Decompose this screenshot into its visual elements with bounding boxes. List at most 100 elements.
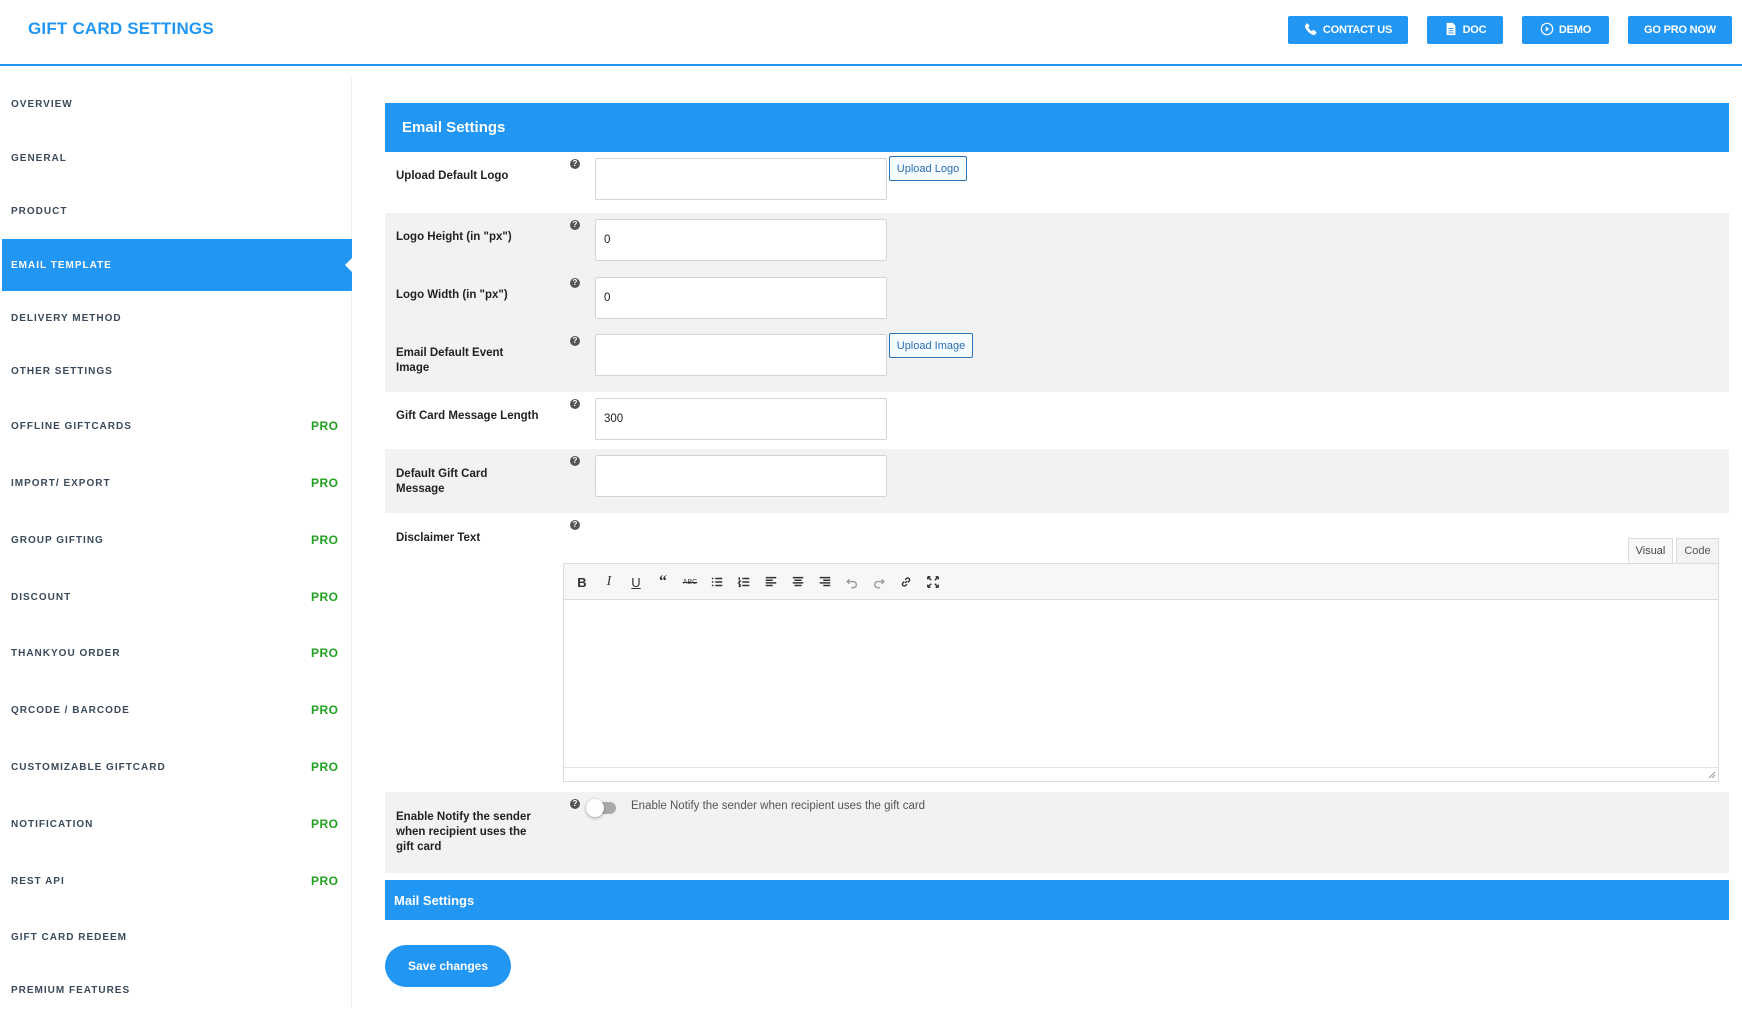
email-settings-title: Email Settings: [402, 119, 506, 136]
numbered-list-icon[interactable]: [734, 572, 754, 592]
sidebar-item-offline-giftcards[interactable]: OFFLINE GIFTCARDS PRO: [2, 400, 352, 452]
bullet-list-icon[interactable]: [707, 572, 727, 592]
save-changes-button[interactable]: Save changes: [385, 945, 511, 987]
play-circle-icon: [1540, 22, 1554, 39]
help-icon[interactable]: ?: [570, 399, 580, 409]
go-pro-button[interactable]: GO PRO NOW: [1628, 16, 1732, 44]
notify-sender-label: Enable Notify the sender when recipient …: [396, 811, 531, 853]
help-icon[interactable]: ?: [570, 336, 580, 346]
pro-badge: PRO: [311, 817, 339, 831]
redo-icon[interactable]: [869, 572, 889, 592]
sidebar-item-overview[interactable]: OVERVIEW: [2, 78, 352, 130]
editor-toolbar: B I U “ ABC: [564, 564, 1718, 600]
sidebar-item-group-gifting[interactable]: GROUP GIFTING PRO: [2, 514, 352, 566]
help-icon[interactable]: ?: [570, 278, 580, 288]
undo-icon[interactable]: [842, 572, 862, 592]
pro-badge: PRO: [311, 646, 339, 660]
blockquote-icon[interactable]: “: [653, 572, 673, 592]
contact-us-label: CONTACT US: [1322, 24, 1393, 36]
sidebar-item-email-template[interactable]: EMAIL TEMPLATE: [2, 239, 352, 291]
logo-height-input[interactable]: [595, 219, 887, 261]
default-message-input[interactable]: [595, 455, 887, 497]
mail-settings-header[interactable]: Mail Settings: [385, 880, 1729, 920]
help-icon[interactable]: ?: [570, 456, 580, 466]
toggle-knob: [586, 799, 604, 817]
sidebar-item-general[interactable]: GENERAL: [2, 132, 352, 184]
sidebar-item-delivery-method[interactable]: DELIVERY METHOD: [2, 292, 352, 344]
go-pro-label: GO PRO NOW: [1644, 24, 1716, 36]
fullscreen-icon[interactable]: [923, 572, 943, 592]
sidebar-item-thankyou-order[interactable]: THANKYOU ORDER PRO: [2, 627, 352, 679]
pro-badge: PRO: [311, 476, 339, 490]
sidebar-item-label: OTHER SETTINGS: [11, 365, 113, 377]
pro-badge: PRO: [311, 760, 339, 774]
logo-width-input[interactable]: [595, 277, 887, 319]
sidebar-item-product[interactable]: PRODUCT: [2, 185, 352, 237]
default-message-label: Default Gift Card Message: [396, 468, 488, 495]
message-length-input[interactable]: [595, 398, 887, 440]
sidebar-item-label: OFFLINE GIFTCARDS: [11, 420, 132, 432]
sidebar-item-label: QRCODE / BARCODE: [11, 704, 130, 716]
align-center-icon[interactable]: [788, 572, 808, 592]
sidebar-item-label: PREMIUM FEATURES: [11, 984, 131, 996]
resize-handle-icon[interactable]: [1708, 771, 1716, 779]
sidebar-item-gift-card-redeem[interactable]: GIFT CARD REDEEM: [2, 911, 352, 963]
email-settings-header: Email Settings: [385, 103, 1729, 152]
sidebar-item-premium-features[interactable]: PREMIUM FEATURES: [2, 964, 352, 1016]
message-length-row: Gift Card Message Length ?: [385, 392, 1729, 449]
doc-button[interactable]: DOC: [1427, 16, 1503, 44]
sidebar-item-customizable-giftcard[interactable]: CUSTOMIZABLE GIFTCARD PRO: [2, 741, 352, 793]
sidebar-item-qrcode-barcode[interactable]: QRCODE / BARCODE PRO: [2, 684, 352, 736]
help-icon[interactable]: ?: [570, 220, 580, 230]
sidebar-item-other-settings[interactable]: OTHER SETTINGS: [2, 345, 352, 397]
logo-width-label: Logo Width (in "px"): [396, 289, 508, 301]
sidebar-item-label: CUSTOMIZABLE GIFTCARD: [11, 761, 166, 773]
upload-image-button[interactable]: Upload Image: [889, 333, 973, 358]
phone-icon: [1304, 22, 1318, 39]
sidebar-item-label: PRODUCT: [11, 205, 68, 217]
event-image-input[interactable]: [595, 334, 887, 376]
sidebar-item-label: GIFT CARD REDEEM: [11, 931, 127, 943]
help-icon[interactable]: ?: [570, 799, 580, 809]
logo-width-row: Logo Width (in "px") ?: [385, 271, 1729, 329]
sidebar-item-rest-api[interactable]: REST API PRO: [2, 855, 352, 907]
align-right-icon[interactable]: [815, 572, 835, 592]
pro-badge: PRO: [311, 419, 339, 433]
italic-icon[interactable]: I: [599, 572, 619, 592]
editor-tab-visual[interactable]: Visual: [1628, 538, 1673, 564]
notify-sender-description: Enable Notify the sender when recipient …: [631, 800, 926, 812]
sidebar-item-label: DELIVERY METHOD: [11, 312, 122, 324]
sidebar-item-label: REST API: [11, 875, 65, 887]
sidebar-item-label: DISCOUNT: [11, 591, 72, 603]
event-image-row: Email Default Event Image ? Upload Image: [385, 329, 1729, 392]
upload-logo-input[interactable]: [595, 158, 887, 200]
underline-icon[interactable]: U: [626, 572, 646, 592]
sidebar-item-import-export[interactable]: IMPORT/ EXPORT PRO: [2, 457, 352, 509]
pro-badge: PRO: [311, 703, 339, 717]
link-icon[interactable]: [896, 572, 916, 592]
demo-button[interactable]: DEMO: [1522, 16, 1609, 44]
pro-badge: PRO: [311, 533, 339, 547]
bold-icon[interactable]: B: [572, 572, 592, 592]
sidebar-item-label: EMAIL TEMPLATE: [11, 259, 112, 271]
sidebar-item-label: OVERVIEW: [11, 98, 73, 110]
mail-settings-title: Mail Settings: [394, 892, 475, 908]
doc-label: DOC: [1462, 24, 1487, 36]
help-icon[interactable]: ?: [570, 520, 580, 530]
editor-tab-code[interactable]: Code: [1676, 538, 1719, 564]
sidebar-item-discount[interactable]: DISCOUNT PRO: [2, 571, 352, 623]
editor-content-area[interactable]: [564, 600, 1718, 768]
sidebar-item-label: GENERAL: [11, 152, 67, 164]
sidebar-item-notification[interactable]: NOTIFICATION PRO: [2, 798, 352, 850]
upload-logo-button[interactable]: Upload Logo: [889, 156, 967, 181]
event-image-label: Email Default Event Image: [396, 347, 504, 374]
contact-us-button[interactable]: CONTACT US: [1288, 16, 1408, 44]
notify-sender-toggle[interactable]: [586, 799, 616, 817]
strikethrough-icon[interactable]: ABC: [680, 572, 700, 592]
default-message-row: Default Gift Card Message ?: [385, 449, 1729, 513]
help-icon[interactable]: ?: [570, 159, 580, 169]
align-left-icon[interactable]: [761, 572, 781, 592]
upload-logo-label: Upload Default Logo: [396, 170, 509, 182]
pro-badge: PRO: [311, 590, 339, 604]
logo-height-label: Logo Height (in "px"): [396, 231, 512, 243]
